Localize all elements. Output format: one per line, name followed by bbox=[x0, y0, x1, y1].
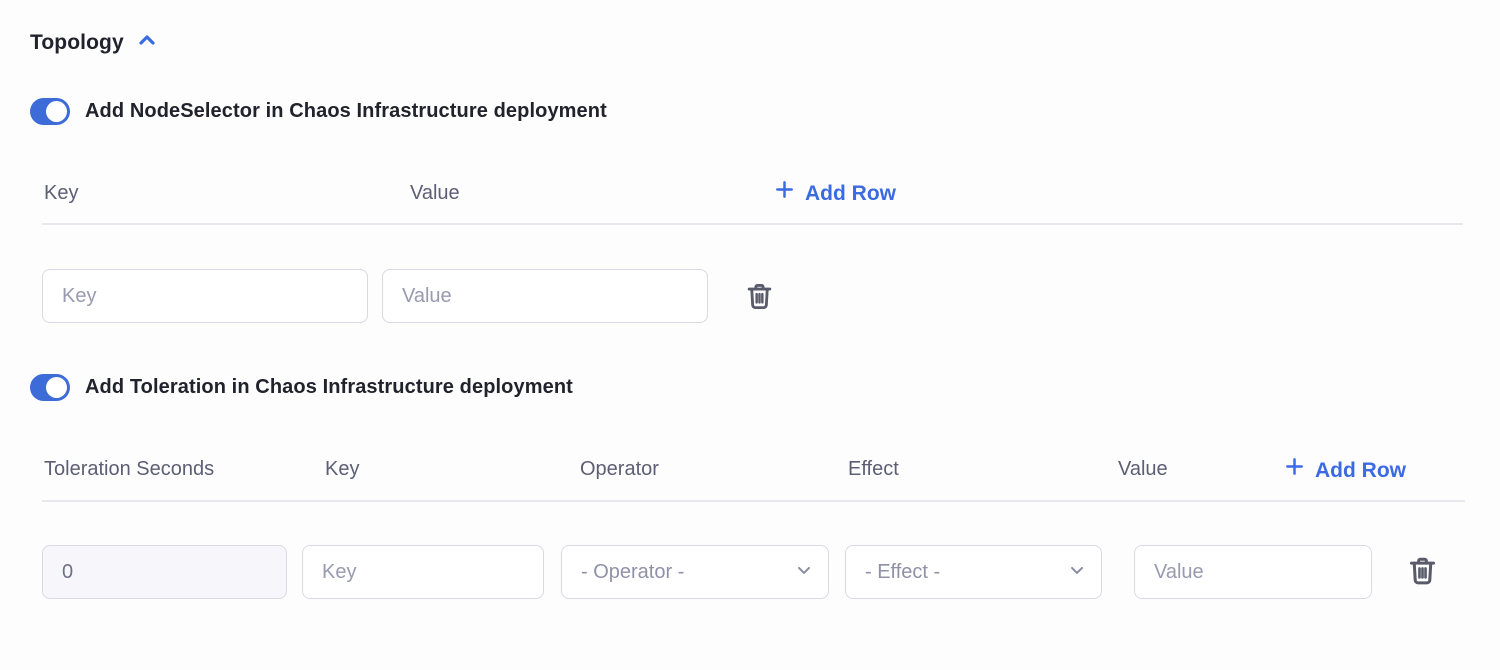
header-divider bbox=[42, 223, 1463, 225]
node-selector-value-input[interactable] bbox=[382, 269, 708, 323]
operator-select[interactable]: - Operator - bbox=[561, 545, 829, 599]
add-row-label: Add Row bbox=[1315, 456, 1406, 486]
toleration-key-input[interactable] bbox=[302, 545, 544, 599]
delete-row-button[interactable] bbox=[744, 280, 775, 312]
delete-row-button[interactable] bbox=[1406, 553, 1439, 588]
effect-select[interactable]: - Effect - bbox=[845, 545, 1102, 599]
add-row-label: Add Row bbox=[805, 179, 896, 209]
chevron-up-icon bbox=[135, 28, 159, 57]
toleration-toggle-row: Add Toleration in Chaos Infrastructure d… bbox=[30, 374, 573, 401]
topology-section-header[interactable]: Topology bbox=[30, 28, 159, 57]
column-header-value: Value bbox=[1118, 458, 1168, 481]
toleration-value-input[interactable] bbox=[1134, 545, 1372, 599]
node-selector-key-input[interactable] bbox=[42, 269, 368, 323]
add-row-button[interactable]: Add Row bbox=[773, 178, 896, 210]
topology-panel: Topology Add NodeSelector in Chaos Infra… bbox=[0, 0, 1500, 670]
operator-select-value: - Operator - bbox=[581, 561, 684, 584]
header-divider bbox=[42, 500, 1465, 502]
effect-select-value: - Effect - bbox=[865, 561, 940, 584]
column-header-key: Key bbox=[325, 458, 359, 481]
plus-icon bbox=[1283, 455, 1306, 487]
toleration-toggle-label: Add Toleration in Chaos Infrastructure d… bbox=[85, 376, 573, 399]
column-header-key: Key bbox=[44, 182, 78, 205]
toleration-seconds-input[interactable] bbox=[42, 545, 287, 599]
node-selector-toggle-row: Add NodeSelector in Chaos Infrastructure… bbox=[30, 98, 607, 125]
column-header-toleration-seconds: Toleration Seconds bbox=[44, 458, 214, 481]
chevron-down-icon bbox=[1067, 560, 1087, 585]
chevron-down-icon bbox=[794, 560, 814, 585]
toggle-knob bbox=[46, 101, 67, 122]
trash-icon bbox=[744, 300, 775, 315]
page-title: Topology bbox=[30, 31, 124, 55]
toggle-knob bbox=[46, 377, 67, 398]
add-row-button[interactable]: Add Row bbox=[1283, 455, 1406, 487]
toleration-toggle[interactable] bbox=[30, 374, 70, 401]
column-header-value: Value bbox=[410, 182, 460, 205]
trash-icon bbox=[1406, 576, 1439, 591]
plus-icon bbox=[773, 178, 796, 210]
node-selector-toggle[interactable] bbox=[30, 98, 70, 125]
column-header-effect: Effect bbox=[848, 458, 899, 481]
node-selector-toggle-label: Add NodeSelector in Chaos Infrastructure… bbox=[85, 100, 607, 123]
column-header-operator: Operator bbox=[580, 458, 659, 481]
